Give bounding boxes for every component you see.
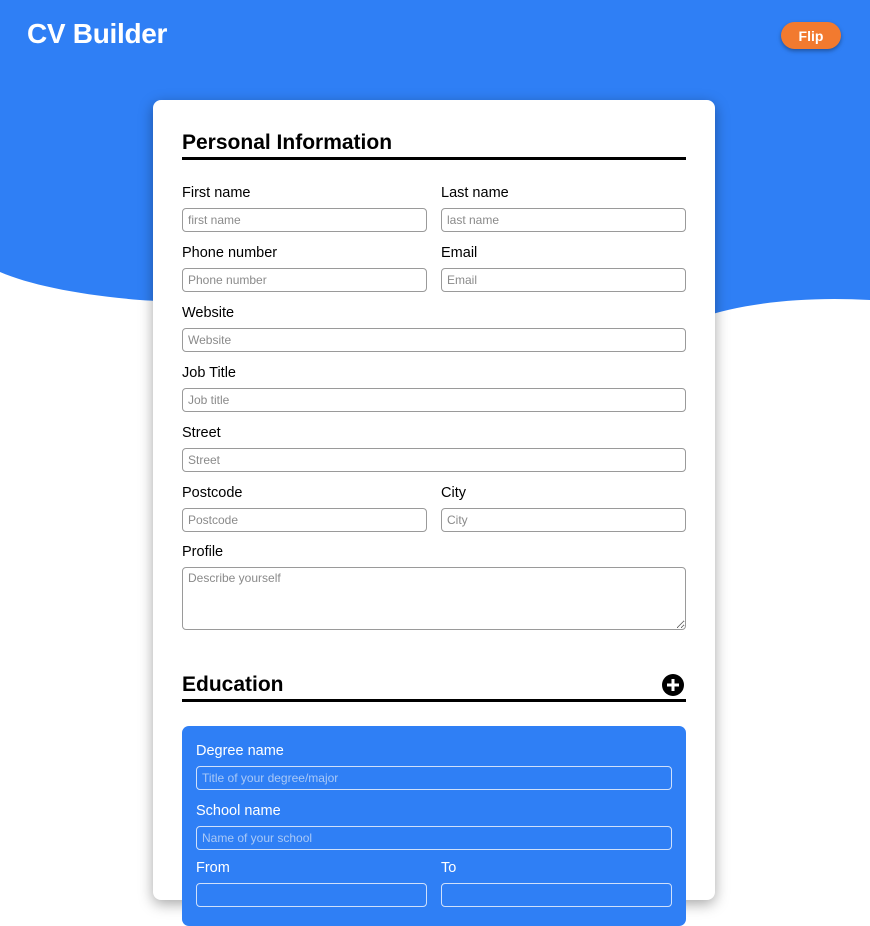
personal-info-header: Personal Information — [182, 127, 686, 160]
education-header: Education — [182, 669, 686, 702]
app-title: CV Builder — [27, 18, 168, 49]
phone-label: Phone number — [182, 245, 278, 261]
flip-button[interactable]: Flip — [781, 22, 841, 49]
cv-form-card: Personal Information First name Last nam… — [153, 100, 715, 926]
postcode-group: Postcode — [182, 484, 427, 532]
degree-group: Degree name — [196, 742, 672, 790]
last-name-group: Last name — [441, 184, 686, 232]
to-group: To — [441, 859, 672, 907]
city-input[interactable] — [441, 508, 686, 532]
email-group: Email — [441, 244, 686, 292]
from-input[interactable] — [196, 883, 427, 907]
postcode-input[interactable] — [182, 508, 427, 532]
from-label: From — [196, 860, 230, 876]
profile-group: Profile — [182, 543, 686, 630]
degree-input[interactable] — [196, 766, 672, 790]
profile-label: Profile — [182, 544, 224, 560]
job-title-input[interactable] — [182, 388, 686, 412]
postcode-label: Postcode — [182, 485, 243, 501]
last-name-input[interactable] — [441, 208, 686, 232]
phone-group: Phone number — [182, 244, 427, 292]
school-label: School name — [196, 803, 281, 819]
from-group: From — [196, 859, 427, 907]
website-input[interactable] — [182, 328, 686, 352]
job-title-label: Job Title — [182, 365, 236, 381]
to-label: To — [441, 860, 457, 876]
email-input[interactable] — [441, 268, 686, 292]
email-label: Email — [441, 245, 478, 261]
street-label: Street — [182, 425, 221, 441]
last-name-label: Last name — [441, 185, 509, 201]
school-group: School name — [196, 802, 672, 850]
first-name-label: First name — [182, 185, 251, 201]
city-group: City — [441, 484, 686, 532]
city-label: City — [441, 485, 466, 501]
website-label: Website — [182, 305, 235, 321]
first-name-input[interactable] — [182, 208, 427, 232]
degree-label: Degree name — [196, 743, 284, 759]
section-title-personal: Personal Information — [182, 131, 393, 154]
street-group: Street — [182, 424, 686, 472]
phone-input[interactable] — [182, 268, 427, 292]
first-name-group: First name — [182, 184, 427, 232]
to-input[interactable] — [441, 883, 672, 907]
section-title-education: Education — [182, 673, 284, 696]
street-input[interactable] — [182, 448, 686, 472]
job-title-group: Job Title — [182, 364, 686, 412]
profile-textarea[interactable] — [182, 567, 686, 630]
website-group: Website — [182, 304, 686, 352]
education-entry: Degree name School name From To — [182, 726, 686, 926]
school-input[interactable] — [196, 826, 672, 850]
plus-circle-icon[interactable] — [662, 674, 684, 696]
